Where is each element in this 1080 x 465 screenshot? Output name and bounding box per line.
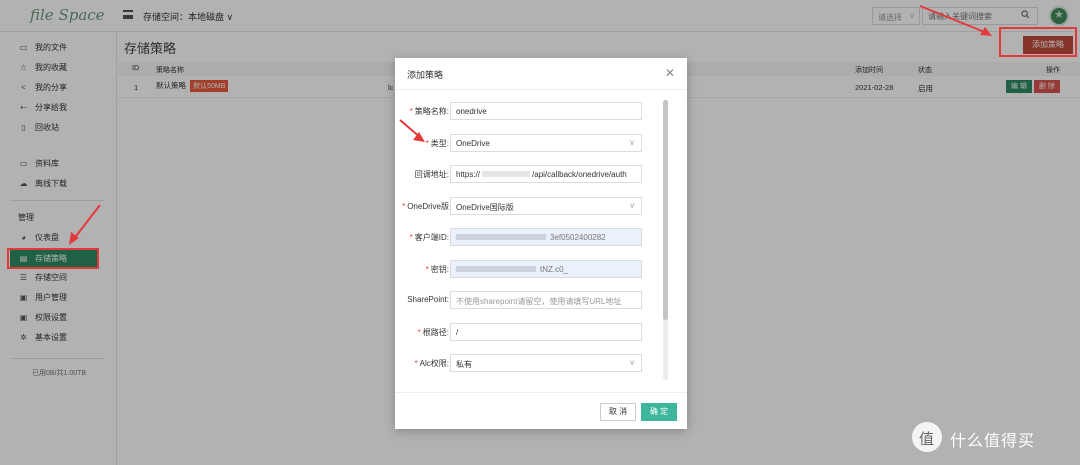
arrow-to-storage-policy — [69, 204, 101, 245]
arrow-to-type-field — [399, 119, 425, 142]
watermark: 什么值得买 — [912, 422, 1072, 452]
watermark-text: 什么值得买 — [950, 433, 1036, 450]
app: file Space 存储空间：本地磁盘 ∨ 请选择 ∨ ▭我的文件 ☆我的收藏… — [0, 0, 1080, 465]
annotation-arrows — [69, 5, 992, 245]
arrow-to-add-button — [919, 5, 992, 36]
watermark-logo-icon — [912, 422, 942, 452]
